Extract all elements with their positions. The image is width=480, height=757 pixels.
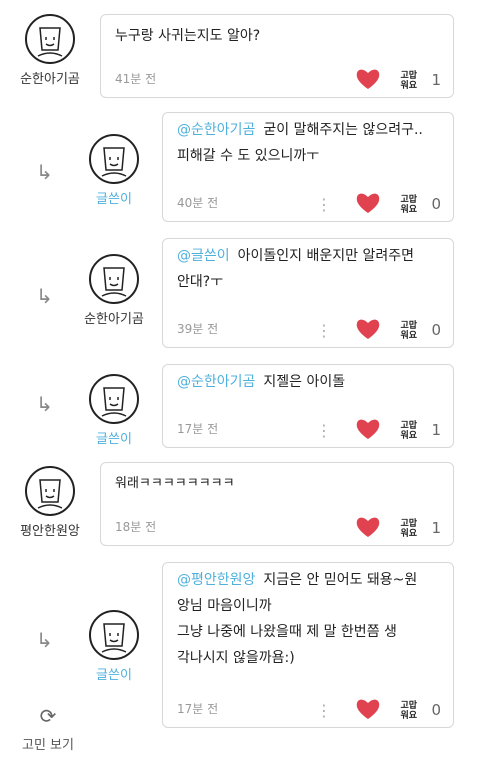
comment-mention[interactable]: @순한아기곰 — [177, 374, 255, 390]
comment-time: 17분 전 — [177, 702, 219, 716]
reply-arrow-icon: ↳ — [36, 628, 53, 652]
comment-author: 평안한원앙 — [20, 524, 80, 539]
comment-author: 글쓴이 — [96, 432, 132, 447]
thanks-icon[interactable]: 고맙 워요 — [400, 701, 417, 721]
reply-arrow-icon: ↳ — [36, 284, 53, 308]
comment-author: 순한아기곰 — [84, 312, 144, 327]
thanks-icon[interactable]: 고맙 워요 — [400, 421, 417, 441]
thanks-count: 0 — [431, 701, 441, 719]
reply-arrow-icon: ↳ — [36, 160, 53, 184]
comment-text: @평안한원앙 지금은 안 믿어도 돼용~원 앙님 마음이니까 그냥 나중에 나왔을… — [177, 567, 441, 671]
refresh-label: 고민 보기 — [22, 738, 74, 753]
more-options-icon[interactable]: ⋮ — [316, 197, 332, 213]
refresh-icon: ⟳ — [39, 704, 57, 728]
thanks-icon[interactable]: 고맙 워요 — [400, 195, 417, 215]
comment-mention[interactable]: @순한아기곰 — [177, 122, 255, 138]
comment-body: 지젤은 아이돌 — [263, 374, 346, 390]
comment-bubble: 워래ㅋㅋㅋㅋㅋㅋㅋㅋ 18분 전 고맙 워요 1 — [100, 462, 454, 546]
comment-text: 워래ㅋㅋㅋㅋㅋㅋㅋㅋ — [115, 476, 235, 491]
comment-text: @글쓴이 아이돌인지 배운지만 알려주면 안대?ㅜ — [177, 243, 441, 295]
avatar[interactable] — [25, 466, 75, 516]
comment-time: 41분 전 — [115, 72, 157, 86]
comment-bubble: 누구랑 사귀는지도 알아? 41분 전 고맙 워요 1 — [100, 14, 454, 98]
comment-bubble: @순한아기곰 지젤은 아이돌 17분 전 ⋮ 고맙 워요 1 — [162, 364, 454, 448]
comment-author: 순한아기곰 — [20, 72, 80, 87]
refresh-button[interactable]: ⟳ 고민 보기 — [10, 704, 86, 753]
comment-text: 누구랑 사귀는지도 알아? — [115, 28, 261, 44]
comment-author-block[interactable]: 글쓴이 — [66, 374, 162, 447]
comment-author-block[interactable]: 순한아기곰 — [66, 254, 162, 327]
thanks-count: 1 — [431, 519, 441, 537]
comment-author-block[interactable]: 순한아기곰 — [2, 14, 98, 87]
thanks-count: 1 — [431, 421, 441, 439]
avatar[interactable] — [25, 14, 75, 64]
avatar[interactable] — [89, 610, 139, 660]
reply-arrow-icon: ↳ — [36, 392, 53, 416]
comment-text: @순한아기곰 굳이 말해주지는 않으려구.. 피해갈 수 도 있으니까ㅜ — [177, 117, 441, 169]
comment-bubble: @평안한원앙 지금은 안 믿어도 돼용~원 앙님 마음이니까 그냥 나중에 나왔을… — [162, 562, 454, 728]
comment-author: 글쓴이 — [96, 668, 132, 683]
comment-time: 39분 전 — [177, 322, 219, 336]
comment-author: 글쓴이 — [96, 192, 132, 207]
heart-icon[interactable] — [355, 191, 381, 215]
avatar[interactable] — [89, 254, 139, 304]
thanks-count: 1 — [431, 71, 441, 89]
comment-mention[interactable]: @평안한원앙 — [177, 572, 255, 588]
comment-author-block[interactable]: 글쓴이 — [66, 134, 162, 207]
heart-icon[interactable] — [355, 697, 381, 721]
comment-author-block[interactable]: 평안한원앙 — [2, 466, 98, 539]
thanks-icon[interactable]: 고맙 워요 — [400, 71, 417, 91]
comment-bubble: @순한아기곰 굳이 말해주지는 않으려구.. 피해갈 수 도 있으니까ㅜ 40분 … — [162, 112, 454, 222]
thanks-count: 0 — [431, 321, 441, 339]
heart-icon[interactable] — [355, 67, 381, 91]
more-options-icon[interactable]: ⋮ — [316, 703, 332, 719]
comment-mention[interactable]: @글쓴이 — [177, 248, 230, 264]
avatar[interactable] — [89, 374, 139, 424]
thanks-count: 0 — [431, 195, 441, 213]
thanks-icon[interactable]: 고맙 워요 — [400, 519, 417, 539]
heart-icon[interactable] — [355, 417, 381, 441]
heart-icon[interactable] — [355, 515, 381, 539]
more-options-icon[interactable]: ⋮ — [316, 423, 332, 439]
comment-time: 40분 전 — [177, 196, 219, 210]
comment-time: 18분 전 — [115, 520, 157, 534]
thanks-icon[interactable]: 고맙 워요 — [400, 321, 417, 341]
comment-author-block[interactable]: 글쓴이 — [66, 610, 162, 683]
comment-text: @순한아기곰 지젤은 아이돌 — [177, 369, 441, 395]
comment-bubble: @글쓴이 아이돌인지 배운지만 알려주면 안대?ㅜ 39분 전 ⋮ 고맙 워요 0 — [162, 238, 454, 348]
heart-icon[interactable] — [355, 317, 381, 341]
avatar[interactable] — [89, 134, 139, 184]
comment-time: 17분 전 — [177, 422, 219, 436]
more-options-icon[interactable]: ⋮ — [316, 323, 332, 339]
